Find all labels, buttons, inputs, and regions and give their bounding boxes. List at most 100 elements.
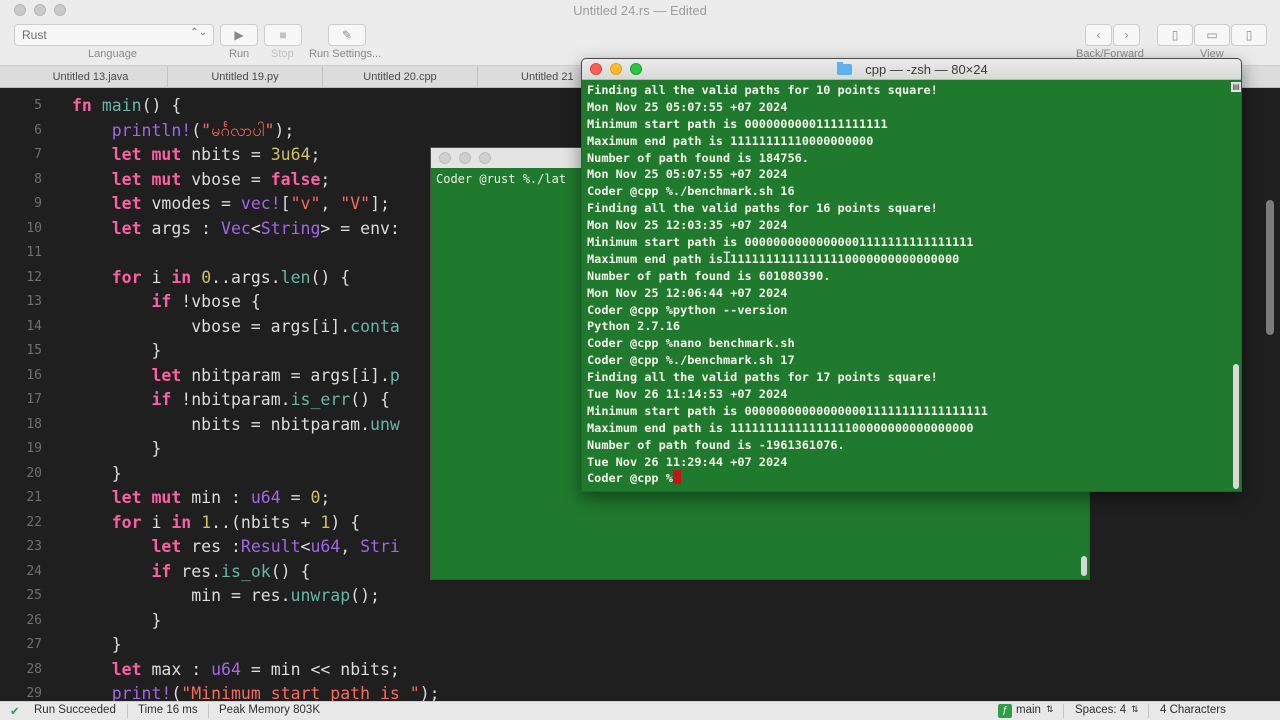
code-text: println!("မင်္ဂလာပါ"); bbox=[111, 121, 295, 140]
toggle-sidebar-button[interactable]: ▯ bbox=[1157, 24, 1193, 46]
tab-label: Untitled 21 bbox=[521, 71, 574, 83]
peak-memory: Peak Memory 803K bbox=[219, 704, 320, 716]
line-number: 11 bbox=[26, 245, 42, 260]
code-line: 29 print!("Minimum start path is "); bbox=[0, 682, 1280, 701]
play-icon: ▶ bbox=[234, 28, 244, 42]
indent-spaces[interactable]: Spaces: 4 bbox=[1075, 704, 1126, 716]
chevron-updown-icon: ⇅ bbox=[1046, 704, 1054, 714]
line-number: 27 bbox=[26, 637, 42, 652]
line-number: 15 bbox=[26, 343, 42, 358]
terminal-line: Minimum start path is 000000000000000011… bbox=[587, 235, 974, 250]
terminal-line: Finding all the valid paths for 10 point… bbox=[587, 83, 938, 97]
sidebar-right-icon: ▯ bbox=[1245, 28, 1253, 42]
editor-scrollbar[interactable] bbox=[1266, 200, 1274, 335]
line-number: 13 bbox=[26, 294, 42, 309]
terminal-scrollbar[interactable] bbox=[1233, 364, 1239, 489]
line-number: 8 bbox=[34, 172, 42, 187]
code-text: print!("Minimum start path is "); bbox=[111, 684, 440, 701]
run-settings-label: Run Settings... bbox=[309, 48, 382, 60]
run-label: Run bbox=[229, 48, 250, 60]
line-number: 18 bbox=[26, 417, 42, 432]
panel-bottom-icon: ▭ bbox=[1206, 28, 1218, 42]
line-number: 5 bbox=[34, 98, 42, 113]
code-line: 25 min = res.unwrap(); bbox=[0, 584, 1280, 608]
window-title: Untitled 24.rs — Edited bbox=[0, 3, 1280, 18]
terminal-line: Tue Nov 26 11:29:44 +07 2024 bbox=[587, 454, 788, 469]
git-branch[interactable]: main bbox=[1016, 704, 1041, 716]
line-number: 26 bbox=[26, 613, 42, 628]
code-text: vbose = args[i].conta bbox=[72, 317, 400, 336]
split-pane-icon[interactable]: ▤ bbox=[1231, 82, 1241, 92]
close-window-button[interactable] bbox=[439, 152, 451, 164]
code-text: let max : u64 = min << nbits; bbox=[111, 660, 400, 679]
code-text: fn main() { bbox=[72, 96, 182, 115]
code-text: for i in 0..args.len() { bbox=[111, 268, 351, 287]
stop-button[interactable]: ■ bbox=[264, 24, 302, 46]
line-number: 16 bbox=[26, 368, 42, 383]
tab-label: Untitled 20.cpp bbox=[363, 71, 437, 83]
back-button[interactable]: ‹ bbox=[1085, 24, 1112, 46]
code-text: } bbox=[72, 464, 122, 483]
run-status: Run Succeeded bbox=[34, 704, 116, 716]
language-select-value: Rust bbox=[22, 28, 47, 42]
code-text: if !vbose { bbox=[151, 292, 261, 311]
terminal-line: Tue Nov 26 11:14:53 +07 2024 bbox=[587, 387, 788, 402]
chevron-left-icon: ‹ bbox=[1096, 28, 1101, 42]
code-text: min = res.unwrap(); bbox=[72, 586, 380, 605]
tab-untitled-19-py[interactable]: Untitled 19.py bbox=[168, 66, 323, 88]
minimize-window-button[interactable] bbox=[459, 152, 471, 164]
terminal-window-cpp[interactable]: cpp — -zsh — 80×24 Finding all the valid… bbox=[581, 58, 1242, 492]
toggle-right-panel-button[interactable]: ▯ bbox=[1231, 24, 1267, 46]
status-bar: ✔ Run Succeeded Time 16 ms Peak Memory 8… bbox=[0, 701, 1280, 720]
terminal-line: Maximum end path is 11111111111111111000… bbox=[587, 420, 974, 435]
code-text: let mut nbits = 3u64; bbox=[111, 145, 321, 164]
forward-button[interactable]: › bbox=[1113, 24, 1140, 46]
line-number: 23 bbox=[26, 539, 42, 554]
code-text: let res :Result<u64, Stri bbox=[151, 537, 400, 556]
code-text: for i in 1..(nbits + 1) { bbox=[111, 513, 361, 532]
code-text: } bbox=[72, 341, 162, 360]
divider bbox=[1148, 704, 1149, 718]
editor-toolbar: Untitled 24.rs — Edited Rust ⌃⌄ Language… bbox=[0, 0, 1280, 66]
divider bbox=[127, 704, 128, 718]
language-select[interactable]: Rust ⌃⌄ bbox=[14, 24, 214, 46]
sidebar-left-icon: ▯ bbox=[1171, 28, 1179, 42]
line-number: 25 bbox=[26, 588, 42, 603]
window-edited-indicator: — Edited bbox=[649, 3, 707, 18]
toggle-bottom-panel-button[interactable]: ▭ bbox=[1194, 24, 1230, 46]
code-text: if res.is_ok() { bbox=[151, 562, 311, 581]
code-text: let vmodes = vec!["v", "V"]; bbox=[111, 194, 390, 213]
terminal-line: Number of path found is 601080390. bbox=[587, 268, 831, 283]
checkmark-icon: ✔ bbox=[10, 706, 20, 718]
code-line: 27 } bbox=[0, 633, 1280, 657]
terminal-line: Mon Nov 25 05:07:55 +07 2024 bbox=[587, 99, 788, 114]
language-label: Language bbox=[88, 48, 137, 60]
zoom-window-button[interactable] bbox=[479, 152, 491, 164]
wrench-icon: ✎ bbox=[341, 28, 353, 42]
line-number: 19 bbox=[26, 441, 42, 456]
tab-untitled-13-java[interactable]: Untitled 13.java bbox=[14, 66, 168, 88]
selection-characters: 4 Characters bbox=[1160, 704, 1226, 716]
tab-untitled-20-cpp[interactable]: Untitled 20.cpp bbox=[323, 66, 478, 88]
line-number: 20 bbox=[26, 466, 42, 481]
run-button[interactable]: ▶ bbox=[220, 24, 258, 46]
line-number: 12 bbox=[26, 270, 42, 285]
terminal-cursor bbox=[672, 470, 681, 485]
line-number: 22 bbox=[26, 515, 42, 530]
terminal-line: Finding all the valid paths for 17 point… bbox=[587, 370, 938, 385]
divider bbox=[1063, 704, 1064, 718]
terminal-line: Minimum start path is 000000000011111111… bbox=[587, 116, 888, 131]
window-controls bbox=[439, 152, 491, 164]
run-settings-button[interactable]: ✎ bbox=[328, 24, 366, 46]
code-text: let nbitparam = args[i].p bbox=[151, 366, 400, 385]
tab-label: Untitled 13.java bbox=[52, 71, 129, 83]
terminal-scrollbar[interactable] bbox=[1081, 556, 1087, 576]
terminal-prompt[interactable]: Coder @cpp % bbox=[587, 470, 1227, 487]
git-branch-icon: ƒ bbox=[998, 704, 1012, 718]
line-number: 29 bbox=[26, 686, 42, 701]
terminal-line: Maximum end path is 11111111110000000000 bbox=[587, 133, 874, 148]
terminal-line: Maximum end path is 11111111111111110000… bbox=[587, 251, 960, 266]
terminal-line: Python 2.7.16 bbox=[587, 319, 681, 334]
terminal-output: Finding all the valid paths for 10 point… bbox=[587, 82, 1227, 487]
terminal-line: Coder @cpp %nano benchmark.sh bbox=[587, 336, 795, 351]
